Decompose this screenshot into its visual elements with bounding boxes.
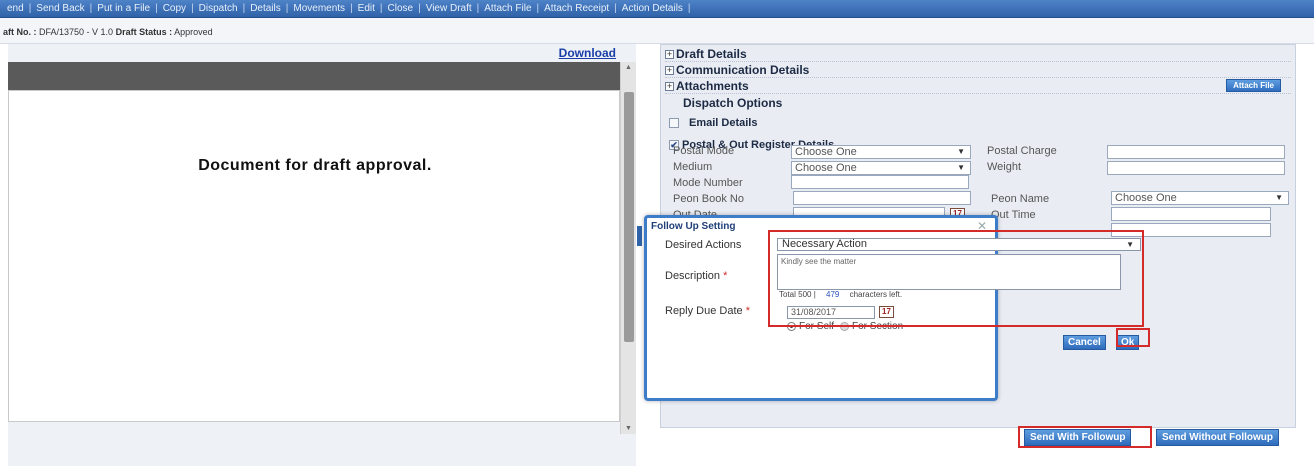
toolbar-edit[interactable]: Edit bbox=[353, 3, 380, 14]
peon-name-select[interactable]: Choose One ▼ bbox=[1111, 191, 1289, 205]
toolbar-details[interactable]: Details bbox=[245, 3, 286, 14]
scroll-down-icon[interactable]: ▼ bbox=[625, 425, 632, 432]
chevron-down-icon: ▼ bbox=[957, 147, 965, 156]
section-attachments[interactable]: + Attachments Attach File bbox=[665, 79, 1291, 94]
desired-actions-label: Desired Actions bbox=[665, 239, 742, 251]
expand-icon[interactable]: + bbox=[665, 49, 674, 59]
attach-file-button[interactable]: Attach File bbox=[1226, 79, 1281, 92]
dispatch-options-heading: Dispatch Options bbox=[683, 96, 783, 110]
document-viewer-pane: Download Document for draft approval. ▲ … bbox=[8, 44, 636, 434]
expand-icon[interactable]: + bbox=[665, 65, 674, 75]
draft-no-label: aft No. : bbox=[3, 27, 37, 37]
download-bar: Download bbox=[8, 44, 636, 62]
weight-label: Weight bbox=[987, 161, 1022, 173]
toolbar-movements[interactable]: Movements bbox=[288, 3, 350, 14]
splitter-handle[interactable] bbox=[637, 226, 642, 246]
postal-mode-select[interactable]: Choose One ▼ bbox=[791, 145, 971, 159]
mode-number-input[interactable] bbox=[791, 175, 969, 189]
reply-due-date-label: Reply Due Date * bbox=[665, 305, 750, 317]
peon-book-no-input[interactable] bbox=[793, 191, 971, 205]
chevron-down-icon: ▼ bbox=[957, 163, 965, 172]
medium-select[interactable]: Choose One ▼ bbox=[791, 161, 971, 175]
document-page: Document for draft approval. bbox=[8, 90, 620, 422]
weight-input[interactable] bbox=[1107, 161, 1285, 175]
top-toolbar: end | Send Back | Put in a File | Copy | Dis… bbox=[0, 0, 1314, 18]
toolbar-send[interactable]: end bbox=[2, 3, 29, 14]
toolbar-send-back[interactable]: Send Back bbox=[31, 3, 89, 14]
peon-name-value: Choose One bbox=[1115, 192, 1177, 204]
peon-book-no-label: Peon Book No bbox=[673, 193, 744, 205]
toolbar-attach-file[interactable]: Attach File bbox=[479, 3, 536, 14]
description-label: Description * bbox=[665, 270, 728, 282]
download-link[interactable]: Download bbox=[559, 46, 616, 60]
email-details-label: Email Details bbox=[689, 117, 758, 129]
send-action-bar: Send With Followup Send Without Followup bbox=[660, 428, 1296, 448]
cancel-button[interactable]: Cancel bbox=[1063, 335, 1106, 350]
viewer-footer bbox=[8, 434, 636, 466]
required-mark: * bbox=[745, 305, 750, 317]
highlight-ok-button bbox=[1116, 328, 1150, 347]
postal-charge-input[interactable] bbox=[1107, 145, 1285, 159]
draft-status-value: Approved bbox=[174, 27, 213, 37]
section-label: Draft Details bbox=[676, 47, 747, 61]
toolbar-action-details[interactable]: Action Details bbox=[617, 3, 688, 14]
chevron-down-icon: ▼ bbox=[1275, 193, 1283, 202]
draft-no-value: DFA/13750 - V 1.0 bbox=[39, 27, 114, 37]
toolbar-attach-receipt[interactable]: Attach Receipt bbox=[539, 3, 614, 14]
postal-mode-label: Postal Mode bbox=[673, 145, 735, 157]
email-details-row[interactable]: Email Details bbox=[669, 117, 757, 129]
postal-charge-label: Postal Charge bbox=[987, 145, 1057, 157]
toolbar-copy[interactable]: Copy bbox=[158, 3, 191, 14]
required-mark: * bbox=[723, 270, 728, 282]
scroll-thumb[interactable] bbox=[624, 92, 634, 342]
section-draft-details[interactable]: + Draft Details bbox=[665, 47, 1291, 62]
highlight-followup-fields bbox=[768, 230, 1144, 327]
postal-mode-value: Choose One bbox=[795, 146, 857, 158]
peon-name-label: Peon Name bbox=[991, 193, 1050, 205]
document-text: Document for draft approval. bbox=[198, 157, 432, 174]
send-without-followup-button[interactable]: Send Without Followup bbox=[1156, 429, 1279, 446]
toolbar-close[interactable]: Close bbox=[383, 3, 419, 14]
viewer-scrollbar[interactable]: ▲ ▼ bbox=[620, 62, 636, 434]
draft-info-bar: aft No. : DFA/13750 - V 1.0 Draft Status… bbox=[0, 18, 1314, 44]
email-details-checkbox[interactable] bbox=[669, 118, 679, 128]
toolbar-view-draft[interactable]: View Draft bbox=[421, 3, 477, 14]
expand-icon[interactable]: + bbox=[665, 81, 674, 91]
dialog-title: Follow Up Setting bbox=[651, 221, 736, 232]
draft-status-label: Draft Status : bbox=[115, 27, 173, 37]
medium-label: Medium bbox=[673, 161, 713, 173]
section-communication-details[interactable]: + Communication Details bbox=[665, 63, 1291, 78]
toolbar-put-in-file[interactable]: Put in a File bbox=[92, 3, 155, 14]
section-label: Communication Details bbox=[676, 63, 810, 77]
scroll-up-icon[interactable]: ▲ bbox=[625, 64, 632, 71]
viewer-toolbar bbox=[8, 62, 620, 90]
medium-value: Choose One bbox=[795, 162, 857, 174]
toolbar-dispatch[interactable]: Dispatch bbox=[194, 3, 243, 14]
section-label: Attachments bbox=[676, 79, 749, 93]
highlight-send-with-followup bbox=[1018, 426, 1152, 448]
mode-number-label: Mode Number bbox=[673, 177, 743, 189]
out-time-input[interactable] bbox=[1111, 207, 1271, 221]
